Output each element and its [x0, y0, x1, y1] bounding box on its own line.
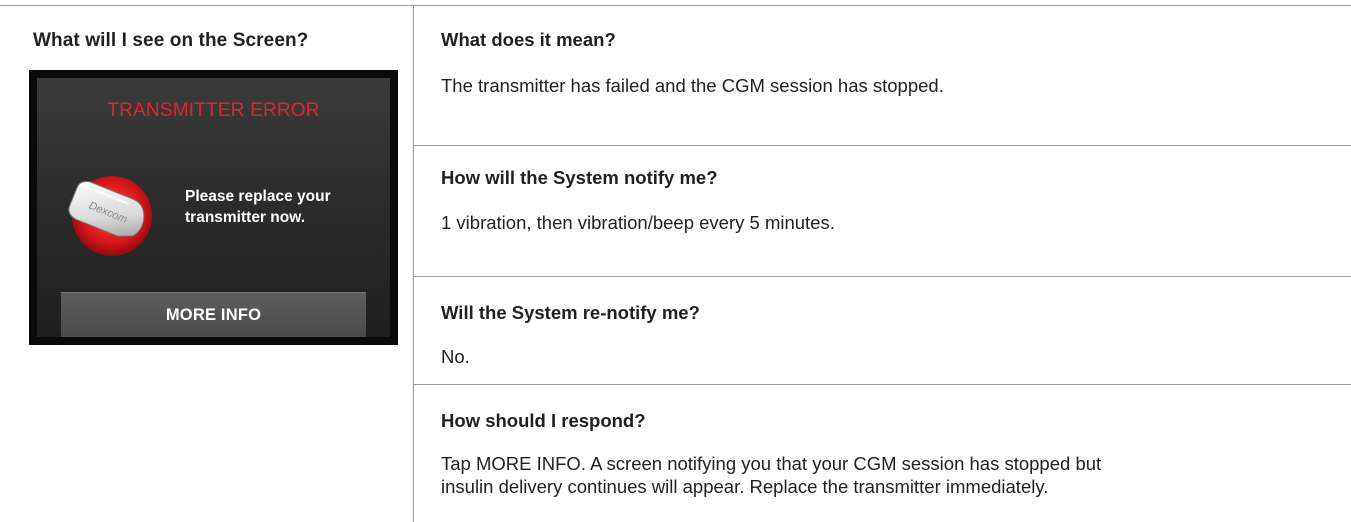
alert-message-line-2: transmitter now. — [185, 209, 305, 226]
section-heading: Will the System re-notify me? — [441, 302, 700, 323]
alert-message: Please replace your transmitter now. — [185, 186, 331, 228]
section-notification: How will the System notify me? 1 vibrati… — [414, 146, 1351, 276]
section-body-line-2: insulin delivery continues will appear. … — [441, 476, 1049, 497]
section-body: The transmitter has failed and the CGM s… — [441, 75, 944, 96]
more-info-button[interactable]: MORE INFO — [61, 292, 366, 337]
section-meaning: What does it mean? The transmitter has f… — [414, 6, 1351, 145]
screen-column-heading: What will I see on the Screen? — [33, 30, 309, 51]
body-line-1-rest: . A screen notifying you that your CGM s… — [580, 453, 1102, 474]
alert-message-line-1: Please replace your — [185, 188, 331, 205]
section-body: Tap MORE INFO. A screen notifying you th… — [441, 452, 1101, 498]
section-heading: What does it mean? — [441, 29, 616, 50]
body-lead: Tap — [441, 453, 476, 474]
section-body: No. — [441, 346, 470, 367]
alert-title: TRANSMITTER ERROR — [107, 100, 320, 121]
section-body-line-1: Tap MORE INFO. A screen notifying you th… — [441, 452, 1101, 475]
section-response: How should I respond? Tap MORE INFO. A s… — [414, 385, 1351, 522]
section-re-notify: Will the System re-notify me? No. — [414, 277, 1351, 384]
device-screen-display: TRANSMITTER ERROR Dexcom Please replace … — [37, 78, 390, 337]
more-info-reference: MORE INFO — [475, 453, 581, 474]
section-heading: How should I respond? — [441, 410, 646, 431]
section-body: 1 vibration, then vibration/beep every 5… — [441, 212, 835, 233]
section-heading: How will the System notify me? — [441, 167, 718, 188]
transmitter-icon: Dexcom — [68, 176, 152, 256]
device-screen-image: TRANSMITTER ERROR Dexcom Please replace … — [29, 70, 398, 345]
